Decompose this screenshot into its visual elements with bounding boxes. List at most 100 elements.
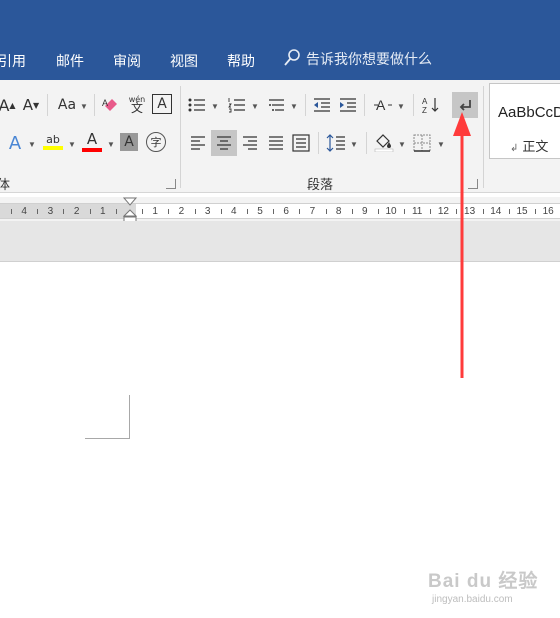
ruler-number: 8 xyxy=(335,206,342,217)
ruler-tick xyxy=(195,209,196,214)
chevron-down-icon[interactable]: ▼ xyxy=(398,140,406,149)
asian-layout-button[interactable]: A xyxy=(372,94,394,116)
line-spacing-icon xyxy=(326,134,345,152)
line-spacing-button[interactable] xyxy=(325,132,347,154)
ruler-number: 12 xyxy=(437,206,449,217)
phonetic-guide-button[interactable]: wén 文 xyxy=(126,93,148,115)
separator xyxy=(305,94,306,116)
separator xyxy=(364,94,365,116)
separator xyxy=(318,132,319,154)
ruler-number: 7 xyxy=(309,206,316,217)
enclose-characters-button[interactable]: 字 xyxy=(146,132,166,152)
asian-layout-icon: A xyxy=(374,97,392,113)
change-case-button[interactable]: Aa xyxy=(54,94,80,116)
align-center-button[interactable] xyxy=(211,130,237,156)
separator xyxy=(413,94,414,116)
clear-formatting-button[interactable]: A xyxy=(100,94,122,116)
chevron-down-icon[interactable]: ▼ xyxy=(290,102,298,111)
ruler-tick xyxy=(404,209,405,214)
menu-review[interactable]: 审阅 xyxy=(113,51,141,71)
sort-az-icon: AZ xyxy=(422,97,439,114)
chevron-down-icon[interactable]: ▼ xyxy=(350,140,358,149)
chevron-down-icon[interactable]: ▼ xyxy=(397,102,405,111)
chevron-down-icon[interactable]: ▼ xyxy=(80,102,88,111)
ruler-tick xyxy=(142,209,143,214)
menu-help[interactable]: 帮助 xyxy=(227,51,255,71)
bullets-button[interactable] xyxy=(186,94,208,116)
decrease-indent-icon xyxy=(314,98,330,112)
numbering-button[interactable] xyxy=(226,94,248,116)
chevron-down-icon[interactable]: ▼ xyxy=(211,102,219,111)
text-effects-button[interactable]: A xyxy=(4,132,26,154)
ruler-number: 2 xyxy=(178,206,185,217)
chevron-down-icon[interactable]: ▼ xyxy=(251,102,259,111)
font-color-button[interactable]: A xyxy=(81,130,103,152)
title-bar xyxy=(0,0,560,35)
ruler-tick xyxy=(299,209,300,214)
chevron-down-icon[interactable]: ▼ xyxy=(437,140,445,149)
grow-font-button[interactable]: A ▲ xyxy=(0,94,18,116)
character-border-button[interactable]: A xyxy=(152,94,172,114)
ruler-tick xyxy=(509,209,510,214)
group-separator xyxy=(483,86,484,188)
font-group-label: 体 xyxy=(0,178,11,193)
ruler-tick xyxy=(37,209,38,214)
annotation-arrow xyxy=(453,112,471,378)
ruler-number: 15 xyxy=(516,206,528,217)
ruler-tick xyxy=(326,209,327,214)
ruler-tick xyxy=(11,209,12,214)
distributed-button[interactable] xyxy=(290,132,312,154)
tell-me-text: 告诉我你想要做什么 xyxy=(306,52,432,68)
font-color-bar xyxy=(82,148,102,152)
character-shading-label: A xyxy=(124,134,134,150)
ruler-number: 10 xyxy=(385,206,397,217)
document-background xyxy=(0,221,560,262)
justify-button[interactable] xyxy=(265,132,287,154)
horizontal-ruler[interactable] xyxy=(0,197,560,221)
ruler-number: 2 xyxy=(73,206,80,217)
ruler-number: 1 xyxy=(152,206,158,217)
shrink-font-button[interactable]: A ▼ xyxy=(20,94,42,116)
ruler-number: 3 xyxy=(204,206,211,217)
bullet-list-icon xyxy=(188,98,205,112)
shading-button[interactable] xyxy=(373,131,395,153)
highlight-button[interactable]: ab xyxy=(42,130,64,152)
separator xyxy=(47,94,48,116)
sort-button[interactable]: AZ xyxy=(420,94,442,116)
align-left-button[interactable] xyxy=(187,132,209,154)
multilevel-list-icon xyxy=(269,99,284,111)
decrease-indent-button[interactable] xyxy=(311,94,333,116)
ruler-tick xyxy=(63,209,64,214)
baidu-watermark: Bai du 经验 xyxy=(428,571,539,592)
svg-text:A: A xyxy=(422,97,428,106)
menu-references[interactable]: 引用 xyxy=(0,51,26,71)
ruler-tick xyxy=(273,209,274,214)
margin-corner-mark xyxy=(129,395,130,439)
style-name-text: 正文 xyxy=(522,140,549,155)
chevron-down-icon[interactable]: ▼ xyxy=(28,140,36,149)
borders-button[interactable] xyxy=(411,132,433,154)
document-page[interactable] xyxy=(0,262,560,618)
menu-view[interactable]: 视图 xyxy=(170,51,198,71)
font-dialog-launcher[interactable] xyxy=(166,179,176,189)
multilevel-list-button[interactable] xyxy=(265,94,287,116)
justify-icon xyxy=(269,136,283,150)
tell-me-search[interactable]: 告诉我你想要做什么 xyxy=(284,49,432,69)
ruler-tick xyxy=(352,209,353,214)
chevron-down-icon[interactable]: ▼ xyxy=(68,140,76,149)
ruler-tick xyxy=(221,209,222,214)
ruler-tick xyxy=(430,209,431,214)
borders-icon xyxy=(413,134,431,152)
shrink-font-label: A xyxy=(22,96,34,114)
style-normal[interactable]: AaBbCcD ↲ 正文 xyxy=(489,83,560,159)
lightbulb-icon xyxy=(284,49,300,66)
character-shading-button[interactable]: A xyxy=(120,133,138,151)
chevron-down-icon[interactable]: ▼ xyxy=(107,140,115,149)
ruler-tick xyxy=(168,209,169,214)
ruler-tick xyxy=(378,209,379,214)
text-effects-label: A xyxy=(8,132,22,154)
margin-corner-mark xyxy=(85,438,130,439)
menu-mailings[interactable]: 邮件 xyxy=(56,51,84,71)
align-right-button[interactable] xyxy=(239,132,261,154)
increase-indent-button[interactable] xyxy=(337,94,359,116)
